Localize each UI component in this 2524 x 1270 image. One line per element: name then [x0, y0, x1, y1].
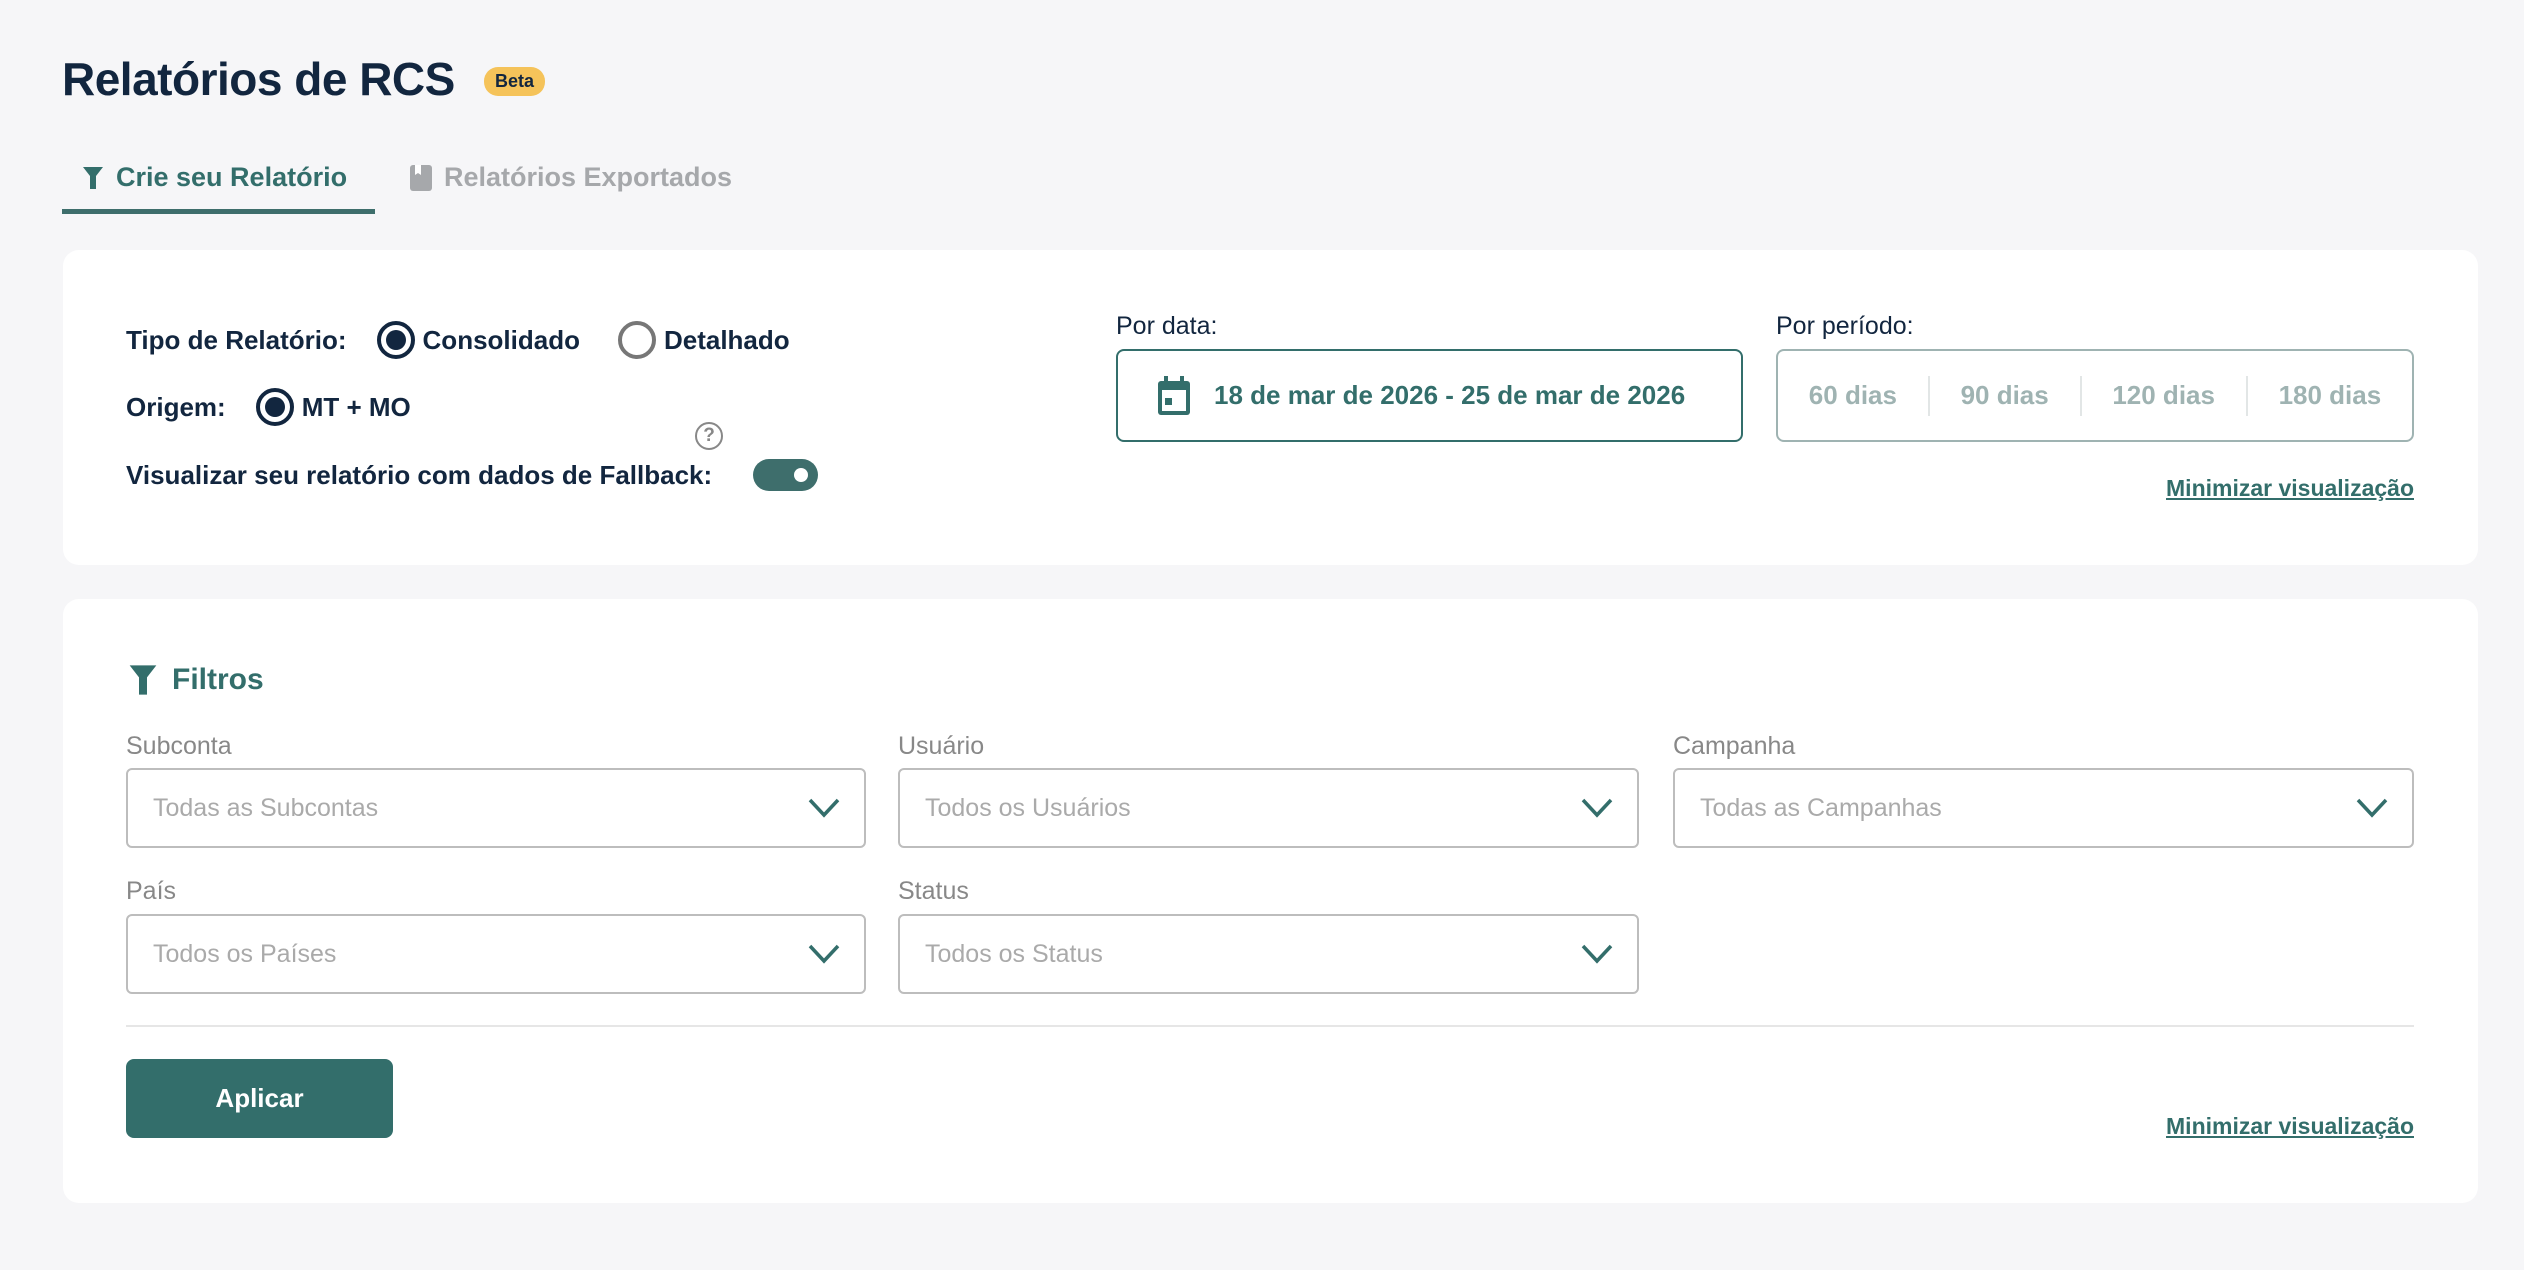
radio-mt-mo-label: MT + MO	[301, 391, 411, 422]
report-type-row: Tipo de Relatório: Consolidado Detalhado	[126, 321, 790, 359]
period-180[interactable]: 180 dias	[2255, 380, 2406, 411]
period-90[interactable]: 90 dias	[1937, 380, 2073, 411]
chevron-down-icon	[1581, 798, 1613, 818]
chevron-down-icon	[808, 944, 840, 964]
period-label: Por período:	[1776, 312, 1914, 340]
pais-label: País	[126, 877, 177, 905]
chevron-down-icon	[1581, 944, 1613, 964]
radio-consolidado[interactable]	[376, 321, 415, 359]
tab-label: Relatórios Exportados	[444, 162, 733, 192]
select-placeholder: Todas as Subcontas	[153, 793, 379, 822]
status-select[interactable]: Todos os Status	[898, 914, 1639, 994]
campanha-select[interactable]: Todas as Campanhas	[1673, 768, 2414, 848]
status-label: Status	[898, 877, 969, 905]
funnel-icon	[129, 665, 157, 695]
minimize-filters-link[interactable]: Minimizar visualização	[2166, 1113, 2414, 1140]
chevron-down-icon	[808, 798, 840, 818]
apply-button[interactable]: Aplicar	[126, 1059, 393, 1138]
select-placeholder: Todos os Usuários	[925, 793, 1131, 822]
page-title: Relatórios de RCS	[62, 53, 455, 105]
divider	[126, 1025, 2414, 1027]
beta-badge: Beta	[484, 67, 546, 96]
date-range-value: 18 de mar de 2026 - 25 de mar de 2026	[1214, 380, 1686, 410]
filters-card	[63, 599, 2478, 1203]
calendar-icon	[1158, 375, 1190, 415]
minimize-link[interactable]: Minimizar visualização	[2166, 475, 2414, 502]
radio-mt-mo[interactable]	[255, 388, 294, 426]
period-120[interactable]: 120 dias	[2088, 380, 2239, 411]
usuario-label: Usuário	[898, 732, 985, 760]
fallback-toggle[interactable]	[753, 459, 818, 491]
tab-exported-reports[interactable]: Relatórios Exportados	[410, 162, 732, 193]
usuario-select[interactable]: Todos os Usuários	[898, 768, 1639, 848]
origin-row: Origem: MT + MO	[126, 388, 411, 426]
active-tab-indicator	[62, 209, 375, 214]
campanha-label: Campanha	[1673, 732, 1796, 760]
date-range-picker[interactable]: 18 de mar de 2026 - 25 de mar de 2026	[1116, 349, 1743, 442]
period-60[interactable]: 60 dias	[1785, 380, 1921, 411]
tab-label: Crie seu Relatório	[116, 162, 348, 192]
funnel-icon	[83, 166, 103, 189]
report-type-label: Tipo de Relatório:	[126, 324, 347, 355]
pais-select[interactable]: Todos os Países	[126, 914, 866, 994]
filters-header: Filtros	[128, 663, 264, 697]
select-placeholder: Todas as Campanhas	[1700, 793, 1942, 822]
help-icon[interactable]: ?	[695, 422, 723, 450]
filters-title: Filtros	[172, 663, 264, 696]
book-icon	[410, 164, 432, 191]
select-placeholder: Todos os Status	[925, 939, 1103, 968]
fallback-label: Visualizar seu relatório com dados de Fa…	[126, 460, 713, 490]
chevron-down-icon	[2356, 798, 2388, 818]
radio-consolidado-label: Consolidado	[422, 324, 580, 355]
subconta-select[interactable]: Todas as Subcontas	[126, 768, 866, 848]
origin-label: Origem:	[126, 391, 226, 422]
select-placeholder: Todos os Países	[153, 939, 337, 968]
radio-detalhado[interactable]	[617, 321, 656, 359]
tab-create-report[interactable]: Crie seu Relatório	[82, 162, 347, 193]
date-label: Por data:	[1116, 312, 1218, 340]
period-selector: 60 dias 90 dias 120 dias 180 dias	[1776, 349, 2414, 442]
subconta-label: Subconta	[126, 732, 232, 760]
radio-detalhado-label: Detalhado	[663, 324, 790, 355]
